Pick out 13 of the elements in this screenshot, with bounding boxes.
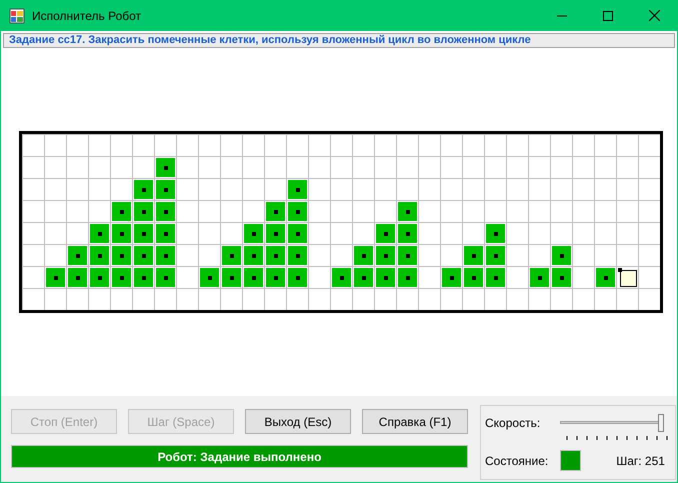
maximize-icon[interactable] (603, 10, 613, 20)
speed-slider[interactable] (560, 412, 664, 434)
action-button[interactable]: Выход (Esc) (245, 409, 351, 434)
close-icon[interactable] (649, 10, 660, 21)
app-icon (9, 8, 25, 24)
speed-label: Скорость: (485, 415, 540, 432)
status-text: Робот: Задание выполнено (158, 448, 322, 466)
task-text: Задание cc17. Закрасить помеченные клетки, используя вложенный цикл во вложенном цикле (9, 33, 531, 48)
step-counter: Шаг: 251 (616, 452, 665, 470)
action-button[interactable]: Справка (F1) (362, 409, 468, 434)
window-title: Исполнитель Робот (32, 8, 142, 24)
state-label: Состояние: (485, 452, 548, 470)
slider-thumb[interactable] (658, 414, 664, 432)
